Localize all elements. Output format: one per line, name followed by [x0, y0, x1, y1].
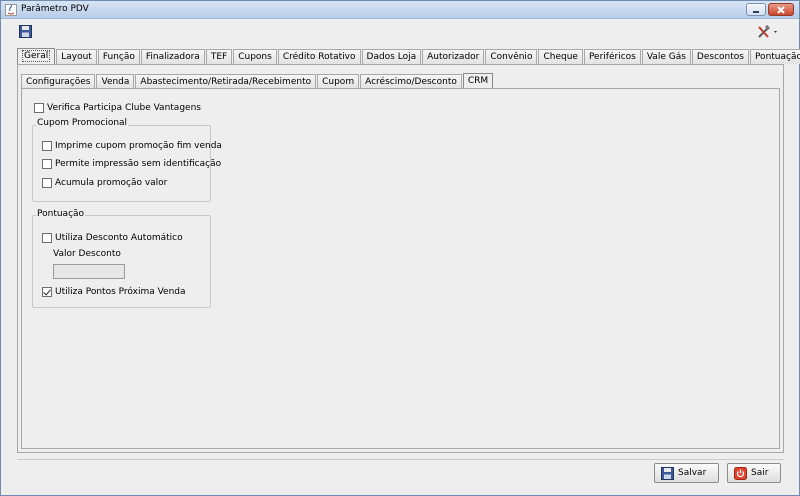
- subtab-acrescimo-desconto[interactable]: Acréscimo/Desconto: [360, 74, 462, 89]
- tab-perifericos[interactable]: Periféricos: [583, 49, 641, 64]
- save-button-label: Salvar: [678, 468, 707, 478]
- bottom-separator: [17, 459, 784, 460]
- close-window-button[interactable]: [768, 3, 794, 16]
- toolbar: [1, 19, 799, 45]
- tab-autorizador[interactable]: Autorizador: [422, 49, 485, 64]
- subtab-venda[interactable]: Venda: [96, 74, 135, 89]
- valor-desconto-label: Valor Desconto: [53, 249, 121, 259]
- valor-desconto-input[interactable]: [53, 264, 125, 279]
- pontos-proxima-venda-label: Utiliza Pontos Próxima Venda: [55, 286, 186, 297]
- tab-vale-gas[interactable]: Vale Gás: [641, 49, 691, 64]
- title-bar: Parâmetro PDV: [1, 1, 799, 19]
- tab-geral[interactable]: Geral: [17, 48, 56, 64]
- save-icon: [661, 466, 674, 480]
- desconto-automatico-row[interactable]: Utiliza Desconto Automático: [42, 231, 183, 244]
- sub-tab-bar: Configurações Venda Abastecimento/Retira…: [21, 73, 494, 89]
- parametro-pdv-window: Parâmetro PDV Geral Layout Função Finali…: [0, 0, 800, 496]
- pontos-proxima-venda-checkbox[interactable]: [42, 286, 52, 297]
- pontos-proxima-venda-row[interactable]: Utiliza Pontos Próxima Venda: [42, 285, 186, 298]
- tab-convenio[interactable]: Convênio: [485, 49, 538, 64]
- imprime-cupom-row[interactable]: Imprime cupom promoção fim venda: [42, 139, 222, 152]
- acumula-promocao-checkbox[interactable]: [42, 177, 52, 188]
- pontuacao-title: Pontuação: [36, 209, 86, 219]
- java-app-icon: [5, 4, 17, 16]
- exit-button[interactable]: Sair: [727, 463, 781, 483]
- tab-cupons[interactable]: Cupons: [233, 49, 277, 64]
- save-disk-icon[interactable]: [19, 25, 32, 38]
- subtab-cupom[interactable]: Cupom: [317, 74, 360, 89]
- permite-impressao-row[interactable]: Permite impressão sem identificação: [42, 157, 221, 170]
- minimize-icon: [753, 10, 759, 13]
- close-icon: [777, 5, 785, 14]
- verifica-clube-checkbox-row[interactable]: Verifica Participa Clube Vantagens: [34, 101, 201, 114]
- save-button[interactable]: Salvar: [654, 463, 719, 483]
- minimize-button[interactable]: [746, 3, 766, 16]
- tab-pontuacao[interactable]: Pontuação: [749, 49, 800, 64]
- tab-descontos[interactable]: Descontos: [691, 49, 749, 64]
- tools-menu-icon[interactable]: [757, 25, 781, 39]
- permite-impressao-checkbox[interactable]: [42, 158, 52, 169]
- exit-button-label: Sair: [751, 468, 769, 478]
- window-title: Parâmetro PDV: [21, 4, 89, 14]
- tab-cheque[interactable]: Cheque: [538, 49, 583, 64]
- tab-funcao[interactable]: Função: [97, 49, 140, 64]
- desconto-automatico-label: Utiliza Desconto Automático: [55, 232, 183, 243]
- permite-impressao-label: Permite impressão sem identificação: [55, 158, 222, 169]
- subtab-configuracoes[interactable]: Configurações: [21, 74, 96, 89]
- imprime-cupom-label: Imprime cupom promoção fim venda: [55, 140, 222, 151]
- desconto-automatico-checkbox[interactable]: [42, 232, 52, 243]
- main-tab-bar: Geral Layout Função Finalizadora TEF Cup…: [17, 48, 800, 64]
- tab-credito-rotativo[interactable]: Crédito Rotativo: [277, 49, 361, 64]
- tab-dados-loja[interactable]: Dados Loja: [361, 49, 422, 64]
- subtab-crm[interactable]: CRM: [462, 73, 494, 89]
- verifica-clube-label: Verifica Participa Clube Vantagens: [47, 102, 201, 113]
- tab-tef[interactable]: TEF: [205, 49, 233, 64]
- subtab-abastecimento[interactable]: Abastecimento/Retirada/Recebimento: [135, 74, 317, 89]
- tab-layout[interactable]: Layout: [56, 49, 97, 64]
- tab-finalizadora[interactable]: Finalizadora: [140, 49, 205, 64]
- acumula-promocao-label: Acumula promoção valor: [55, 177, 168, 188]
- power-off-icon: [734, 466, 747, 480]
- acumula-promocao-row[interactable]: Acumula promoção valor: [42, 176, 167, 189]
- cupom-promocional-title: Cupom Promocional: [36, 118, 129, 128]
- imprime-cupom-checkbox[interactable]: [42, 140, 52, 151]
- verifica-clube-checkbox[interactable]: [34, 102, 44, 113]
